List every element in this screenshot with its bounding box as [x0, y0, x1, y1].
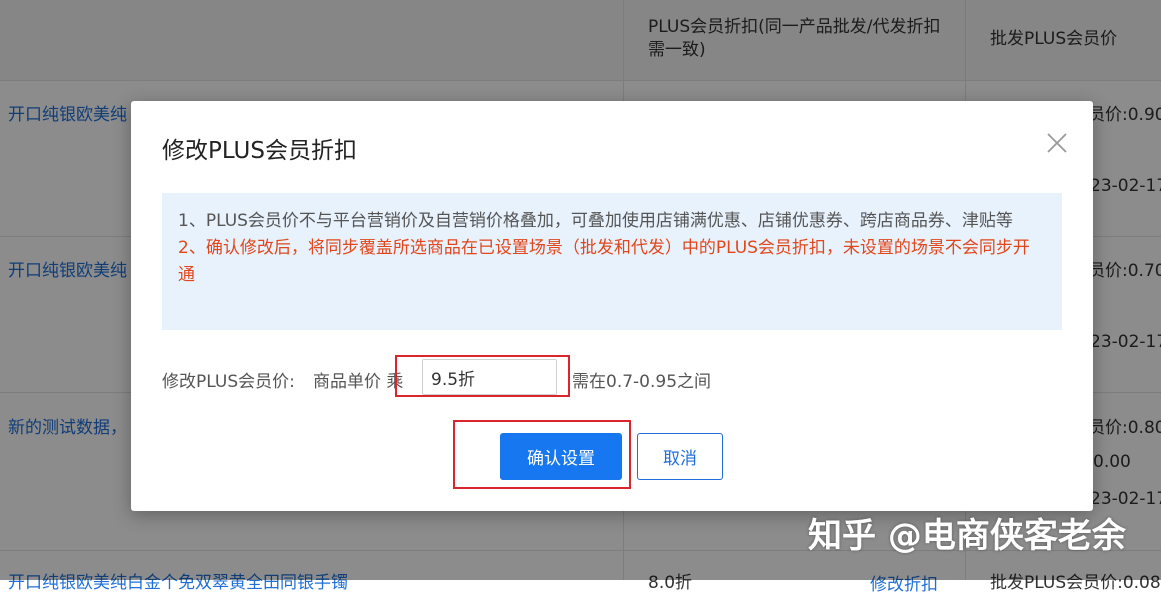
- confirm-button[interactable]: 确认设置: [500, 433, 622, 480]
- form-label: 修改PLUS会员价:: [162, 372, 295, 392]
- watermark: 知乎 @电商侠客老余: [808, 516, 1126, 556]
- notice-box: 1、PLUS会员价不与平台营销价及自营销价格叠加，可叠加使用店铺满优惠、店铺优惠…: [162, 193, 1062, 330]
- edit-plus-discount-dialog: 修改PLUS会员折扣 1、PLUS会员价不与平台营销价及自营销价格叠加，可叠加使…: [131, 101, 1093, 511]
- range-hint: 需在0.7-0.95之间: [572, 372, 712, 392]
- close-icon[interactable]: [1045, 131, 1069, 155]
- notice-line-2: 2、确认修改后，将同步覆盖所选商品在已设置场景（批发和代发）中的PLUS会员折扣…: [178, 238, 1030, 285]
- cancel-button[interactable]: 取消: [637, 433, 723, 480]
- highlight-box-input: [395, 355, 570, 397]
- notice-line-1: 1、PLUS会员价不与平台营销价及自营销价格叠加，可叠加使用店铺满优惠、店铺优惠…: [178, 211, 1013, 231]
- unit-price-label: 商品单价 乘: [313, 372, 404, 392]
- discount-form-row: 修改PLUS会员价: 商品单价 乘 需在0.7-0.95之间: [162, 356, 1062, 398]
- dialog-title: 修改PLUS会员折扣: [162, 138, 357, 164]
